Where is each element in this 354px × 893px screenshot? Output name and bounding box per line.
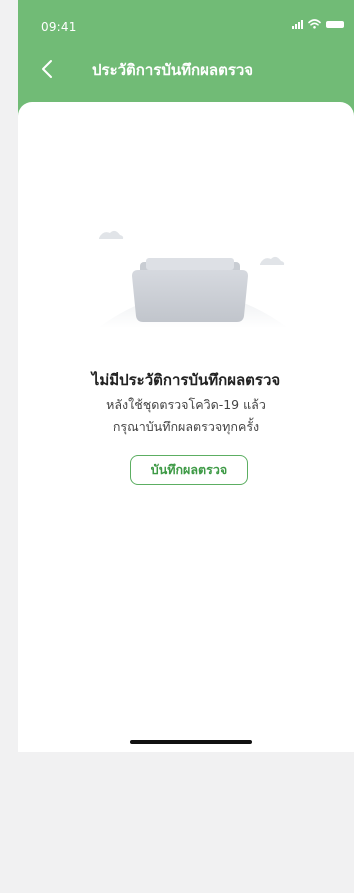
back-button[interactable] — [34, 56, 60, 82]
page-title: ประวัติการบันทึกผลตรวจ — [92, 61, 254, 79]
signal-icon — [292, 19, 303, 29]
empty-state-title: ไม่มีประวัติการบันทึกผลตรวจ — [91, 371, 281, 389]
app-screen: 09:41 ประวัติการบันทึกผลตรวจ ไม่มีประวัต… — [18, 0, 354, 752]
status-icons — [292, 19, 344, 29]
chevron-left-icon — [42, 60, 52, 78]
status-bar: 09:41 — [18, 0, 354, 44]
folder-illustration — [98, 230, 288, 328]
content-sheet: ไม่มีประวัติการบันทึกผลตรวจ หลังใช้ชุดตร… — [18, 102, 354, 752]
wifi-icon — [308, 19, 321, 29]
empty-state-description-line-2: กรุณาบันทึกผลตรวจทุกครั้ง — [112, 419, 260, 434]
home-indicator — [130, 740, 252, 744]
header: 09:41 ประวัติการบันทึกผลตรวจ — [18, 0, 354, 118]
nav-bar: ประวัติการบันทึกผลตรวจ — [18, 52, 354, 86]
record-result-button[interactable]: บันทึกผลตรวจ — [130, 455, 248, 485]
empty-state-description-line-1: หลังใช้ชุดตรวจโควิด-19 แล้ว — [106, 397, 266, 412]
battery-icon — [326, 20, 344, 28]
status-time: 09:41 — [41, 20, 77, 34]
